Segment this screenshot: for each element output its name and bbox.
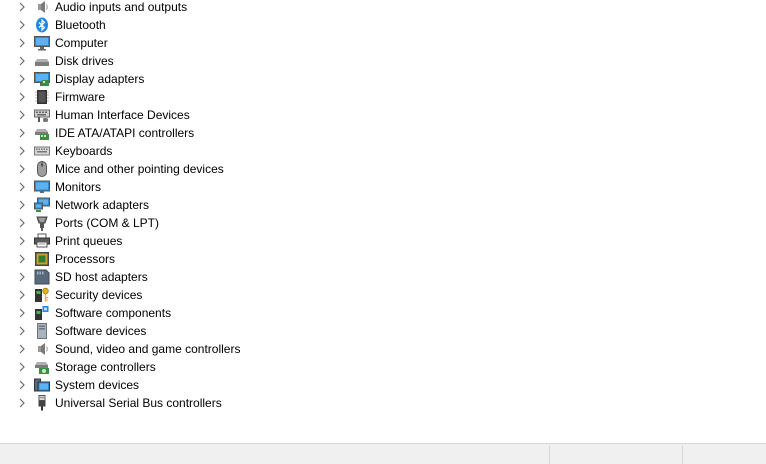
disk-drive-icon: [34, 53, 50, 69]
chevron-right-icon[interactable]: [16, 127, 28, 139]
computer-icon: [34, 35, 50, 51]
storage-controller-icon: [34, 359, 50, 375]
tree-item-label: Disk drives: [55, 54, 114, 68]
tree-item-software-devices[interactable]: Software devices: [0, 322, 766, 340]
tree-item-display-adapters[interactable]: Display adapters: [0, 70, 766, 88]
tree-item-label: Ports (COM & LPT): [55, 216, 160, 230]
tree-item-label: Network adapters: [55, 198, 150, 212]
tree-item-label: Print queues: [55, 234, 123, 248]
tree-item-label: Software components: [55, 306, 172, 320]
chevron-right-icon[interactable]: [16, 73, 28, 85]
tree-item-mice-and-other-pointing-devices[interactable]: Mice and other pointing devices: [0, 160, 766, 178]
tree-item-label: Audio inputs and outputs: [55, 0, 188, 14]
device-tree[interactable]: Audio inputs and outputs Bluetooth Compu…: [0, 0, 766, 412]
tree-item-label: IDE ATA/ATAPI controllers: [55, 126, 195, 140]
tree-item-firmware[interactable]: Firmware: [0, 88, 766, 106]
tree-item-label: Security devices: [55, 288, 143, 302]
tree-item-monitors[interactable]: Monitors: [0, 178, 766, 196]
tree-item-sound-video-and-game-controllers[interactable]: Sound, video and game controllers: [0, 340, 766, 358]
tree-item-label: SD host adapters: [55, 270, 148, 284]
tree-item-print-queues[interactable]: Print queues: [0, 232, 766, 250]
tree-item-software-components[interactable]: Software components: [0, 304, 766, 322]
tree-item-computer[interactable]: Computer: [0, 34, 766, 52]
sound-controller-icon: [34, 341, 50, 357]
chevron-right-icon[interactable]: [16, 307, 28, 319]
chevron-right-icon[interactable]: [16, 253, 28, 265]
tree-item-disk-drives[interactable]: Disk drives: [0, 52, 766, 70]
tree-item-keyboards[interactable]: Keyboards: [0, 142, 766, 160]
ide-controller-icon: [34, 125, 50, 141]
software-device-icon: [34, 323, 50, 339]
port-icon: [34, 215, 50, 231]
software-component-icon: [34, 305, 50, 321]
firmware-icon: [34, 89, 50, 105]
bluetooth-icon: [34, 17, 50, 33]
tree-item-label: Computer: [55, 36, 108, 50]
status-bar-pane-main: [4, 444, 544, 464]
chevron-right-icon[interactable]: [16, 145, 28, 157]
speaker-icon: [34, 0, 50, 15]
tree-item-sd-host-adapters[interactable]: SD host adapters: [0, 268, 766, 286]
chevron-right-icon[interactable]: [16, 235, 28, 247]
chevron-right-icon[interactable]: [16, 109, 28, 121]
chevron-right-icon[interactable]: [16, 289, 28, 301]
tree-item-universal-serial-bus-controllers[interactable]: Universal Serial Bus controllers: [0, 394, 766, 412]
keyboard-icon: [34, 143, 50, 159]
chevron-right-icon[interactable]: [16, 199, 28, 211]
tree-item-label: Human Interface Devices: [55, 108, 190, 122]
tree-item-storage-controllers[interactable]: Storage controllers: [0, 358, 766, 376]
tree-item-ports-com-lpt[interactable]: Ports (COM & LPT): [0, 214, 766, 232]
tree-item-label: Monitors: [55, 180, 102, 194]
tree-item-label: Storage controllers: [55, 360, 156, 374]
usb-icon: [34, 395, 50, 411]
tree-item-system-devices[interactable]: System devices: [0, 376, 766, 394]
display-adapter-icon: [34, 71, 50, 87]
chevron-right-icon[interactable]: [16, 361, 28, 373]
tree-item-bluetooth[interactable]: Bluetooth: [0, 16, 766, 34]
sd-adapter-icon: [34, 269, 50, 285]
tree-item-label: Keyboards: [55, 144, 113, 158]
chevron-right-icon[interactable]: [16, 163, 28, 175]
tree-item-ide-ata-atapi-controllers[interactable]: IDE ATA/ATAPI controllers: [0, 124, 766, 142]
mouse-icon: [34, 161, 50, 177]
network-adapter-icon: [34, 197, 50, 213]
chevron-right-icon[interactable]: [16, 1, 28, 13]
tree-item-label: Display adapters: [55, 72, 145, 86]
status-bar-divider: [682, 445, 683, 464]
status-bar: [0, 443, 766, 464]
printer-icon: [34, 233, 50, 249]
tree-item-human-interface-devices[interactable]: Human Interface Devices: [0, 106, 766, 124]
status-bar-pane-right: [686, 444, 764, 464]
tree-item-audio-inputs-and-outputs[interactable]: Audio inputs and outputs: [0, 0, 766, 16]
chevron-right-icon[interactable]: [16, 217, 28, 229]
status-bar-divider: [549, 445, 550, 464]
tree-item-label: Sound, video and game controllers: [55, 342, 241, 356]
processor-icon: [34, 251, 50, 267]
tree-item-label: Firmware: [55, 90, 105, 104]
chevron-right-icon[interactable]: [16, 55, 28, 67]
tree-item-network-adapters[interactable]: Network adapters: [0, 196, 766, 214]
chevron-right-icon[interactable]: [16, 37, 28, 49]
tree-item-label: Universal Serial Bus controllers: [55, 396, 222, 410]
tree-item-label: Mice and other pointing devices: [55, 162, 224, 176]
tree-item-label: System devices: [55, 378, 140, 392]
tree-item-processors[interactable]: Processors: [0, 250, 766, 268]
chevron-right-icon[interactable]: [16, 343, 28, 355]
tree-item-label: Software devices: [55, 324, 147, 338]
chevron-right-icon[interactable]: [16, 91, 28, 103]
security-device-icon: [34, 287, 50, 303]
chevron-right-icon[interactable]: [16, 181, 28, 193]
chevron-right-icon[interactable]: [16, 19, 28, 31]
chevron-right-icon[interactable]: [16, 325, 28, 337]
tree-item-label: Bluetooth: [55, 18, 106, 32]
chevron-right-icon[interactable]: [16, 379, 28, 391]
system-device-icon: [34, 377, 50, 393]
tree-item-security-devices[interactable]: Security devices: [0, 286, 766, 304]
status-bar-pane-middle: [553, 444, 679, 464]
chevron-right-icon[interactable]: [16, 397, 28, 409]
chevron-right-icon[interactable]: [16, 271, 28, 283]
monitor-icon: [34, 179, 50, 195]
hid-icon: [34, 107, 50, 123]
tree-item-label: Processors: [55, 252, 116, 266]
